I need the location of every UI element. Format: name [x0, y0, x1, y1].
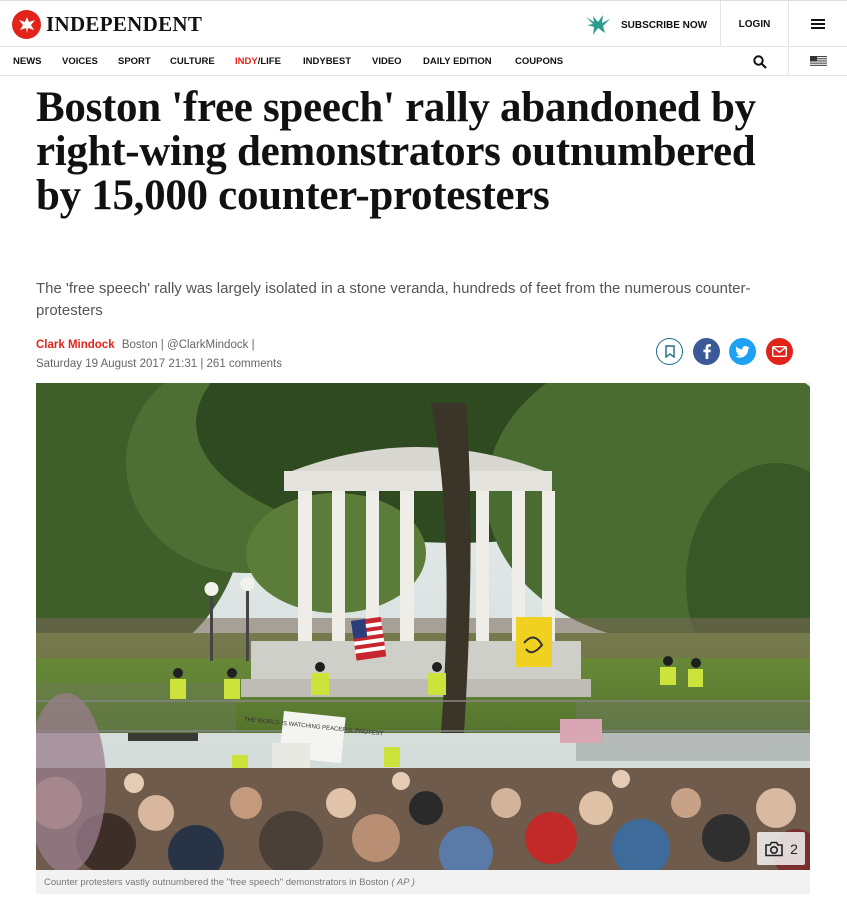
- nav-item-sport[interactable]: SPORT: [118, 56, 151, 67]
- hamburger-menu-icon: [811, 19, 825, 29]
- nav-item-indy-label: INDY: [235, 56, 258, 67]
- bookmark-icon: [664, 345, 675, 358]
- twitter-share-button[interactable]: [729, 338, 756, 365]
- nav-item-indy-life[interactable]: INDY/LIFE: [235, 56, 281, 67]
- author-location: Boston |: [121, 339, 164, 351]
- search-button[interactable]: [740, 47, 780, 76]
- nav-item-coupons[interactable]: COUPONS: [515, 56, 563, 67]
- nav-item-news[interactable]: NEWS: [13, 56, 42, 67]
- nav-item-indybest[interactable]: INDYBEST: [303, 56, 351, 67]
- menu-button[interactable]: [788, 1, 847, 47]
- email-icon: [772, 346, 787, 357]
- nav-item-life-label: /LIFE: [257, 56, 281, 67]
- bookmark-button[interactable]: [656, 338, 683, 365]
- twitter-icon: [735, 345, 750, 358]
- facebook-icon: [702, 344, 711, 359]
- article-headline: Boston 'free speech' rally abandoned by …: [36, 84, 756, 219]
- login-button[interactable]: LOGIN: [720, 1, 788, 47]
- gallery-button[interactable]: 2: [757, 832, 805, 865]
- facebook-share-button[interactable]: [693, 338, 720, 365]
- byline: Clark Mindock Boston | @ClarkMindock | S…: [36, 336, 282, 374]
- hero-image[interactable]: THE WORLD IS WATCHING PEACEFUL PROTEST 2: [36, 383, 810, 870]
- byline-separator: |: [251, 339, 255, 351]
- camera-icon: [765, 841, 783, 856]
- publish-date: Saturday 19 August 2017 21:31: [36, 358, 198, 370]
- eagle-icon: [586, 15, 610, 35]
- search-icon: [753, 54, 767, 69]
- section-nav: NEWS VOICES SPORT CULTURE INDY/LIFE INDY…: [0, 47, 847, 76]
- nav-item-daily-edition[interactable]: DAILY EDITION: [423, 56, 492, 67]
- top-bar: INDEPENDENT SUBSCRIBE NOW LOGIN: [0, 0, 847, 47]
- hero-image-illustration: THE WORLD IS WATCHING PEACEFUL PROTEST: [36, 383, 810, 870]
- author-link[interactable]: Clark Mindock: [36, 339, 115, 351]
- edition-selector[interactable]: [788, 47, 847, 76]
- caption-text: Counter protesters vastly outnumbered th…: [44, 877, 389, 888]
- article-standfirst: The 'free speech' rally was largely isol…: [36, 280, 751, 319]
- caption-credit: ( AP ): [391, 877, 415, 888]
- logo-text: INDEPENDENT: [46, 12, 203, 36]
- email-share-button[interactable]: [766, 338, 793, 365]
- nav-item-voices[interactable]: VOICES: [62, 56, 98, 67]
- gallery-count: 2: [790, 840, 798, 857]
- nav-item-video[interactable]: VIDEO: [372, 56, 402, 67]
- image-caption: Counter protesters vastly outnumbered th…: [36, 870, 810, 894]
- comments-link[interactable]: | 261 comments: [200, 358, 282, 370]
- logo[interactable]: INDEPENDENT: [12, 10, 202, 39]
- us-flag-icon: [809, 56, 827, 67]
- nav-item-culture[interactable]: CULTURE: [170, 56, 215, 67]
- eagle-logo-icon: [12, 10, 41, 39]
- subscribe-button[interactable]: SUBSCRIBE NOW: [584, 11, 707, 39]
- subscribe-label: SUBSCRIBE NOW: [621, 19, 708, 31]
- author-twitter-handle[interactable]: @ClarkMindock: [167, 339, 248, 351]
